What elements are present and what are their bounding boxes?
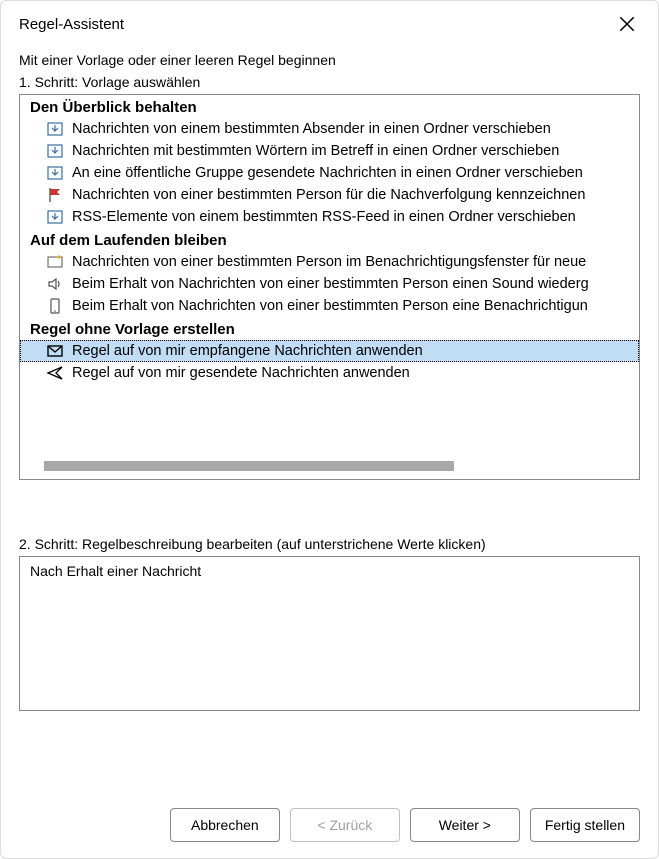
template-item-flag-followup[interactable]: Nachrichten von einer bestimmten Person …	[20, 184, 639, 206]
template-item-label: Beim Erhalt von Nachrichten von einer be…	[72, 298, 588, 314]
template-item-mobile-notification[interactable]: Beim Erhalt von Nachrichten von einer be…	[20, 295, 639, 317]
template-item-label: Regel auf von mir empfangene Nachrichten…	[72, 343, 423, 359]
move-to-folder-icon	[46, 120, 64, 138]
group-header-uptodate: Auf dem Laufenden bleiben	[20, 228, 639, 251]
template-item-label: Nachrichten von einem bestimmten Absende…	[72, 121, 551, 137]
rule-description-box[interactable]: Nach Erhalt einer Nachricht	[19, 556, 640, 711]
scrollbar-thumb[interactable]	[44, 461, 454, 471]
template-item-label: RSS-Elemente von einem bestimmten RSS-Fe…	[72, 209, 576, 225]
template-item-label: Nachrichten von einer bestimmten Person …	[72, 254, 586, 270]
template-item-move-public-group[interactable]: An eine öffentliche Gruppe gesendete Nac…	[20, 162, 639, 184]
group-header-overview: Den Überblick behalten	[20, 95, 639, 118]
template-item-rss-move[interactable]: RSS-Elemente von einem bestimmten RSS-Fe…	[20, 206, 639, 228]
template-item-alert-window[interactable]: Nachrichten von einer bestimmten Person …	[20, 251, 639, 273]
template-item-play-sound[interactable]: Beim Erhalt von Nachrichten von einer be…	[20, 273, 639, 295]
step1-label: 1. Schritt: Vorlage auswählen	[19, 74, 640, 90]
close-button[interactable]	[610, 11, 644, 37]
template-item-label: An eine öffentliche Gruppe gesendete Nac…	[72, 165, 583, 181]
move-to-folder-icon	[46, 208, 64, 226]
group-header-blank: Regel ohne Vorlage erstellen	[20, 317, 639, 340]
intro-text: Mit einer Vorlage oder einer leeren Rege…	[19, 52, 640, 68]
next-button[interactable]: Weiter >	[410, 808, 520, 842]
dialog-button-row: Abbrechen < Zurück Weiter > Fertig stell…	[1, 794, 658, 858]
step2-label: 2. Schritt: Regelbeschreibung bearbeiten…	[19, 536, 640, 552]
mobile-icon	[46, 297, 64, 315]
move-to-folder-icon	[46, 142, 64, 160]
template-item-move-subject-words[interactable]: Nachrichten mit bestimmten Wörtern im Be…	[20, 140, 639, 162]
template-item-label: Beim Erhalt von Nachrichten von einer be…	[72, 276, 589, 292]
move-to-folder-icon	[46, 164, 64, 182]
template-item-blank-sent[interactable]: Regel auf von mir gesendete Nachrichten …	[20, 362, 639, 384]
rule-description-text: Nach Erhalt einer Nachricht	[30, 563, 201, 579]
cancel-button[interactable]: Abbrechen	[170, 808, 280, 842]
template-item-blank-received[interactable]: Regel auf von mir empfangene Nachrichten…	[20, 340, 639, 362]
template-item-label: Regel auf von mir gesendete Nachrichten …	[72, 365, 410, 381]
back-button: < Zurück	[290, 808, 400, 842]
dialog-title: Regel-Assistent	[19, 16, 124, 33]
finish-button[interactable]: Fertig stellen	[530, 808, 640, 842]
sound-icon	[46, 275, 64, 293]
template-item-label: Nachrichten von einer bestimmten Person …	[72, 187, 585, 203]
close-icon	[618, 15, 636, 33]
template-list-box: Den Überblick behalten Nachrichten von e…	[19, 94, 640, 480]
rules-wizard-dialog: Regel-Assistent Mit einer Vorlage oder e…	[0, 0, 659, 859]
envelope-icon	[46, 342, 64, 360]
template-item-move-from-sender[interactable]: Nachrichten von einem bestimmten Absende…	[20, 118, 639, 140]
new-mail-alert-icon	[46, 253, 64, 271]
horizontal-scrollbar[interactable]	[20, 459, 639, 473]
send-icon	[46, 364, 64, 382]
flag-icon	[46, 186, 64, 204]
titlebar: Regel-Assistent	[1, 1, 658, 46]
template-item-label: Nachrichten mit bestimmten Wörtern im Be…	[72, 143, 559, 159]
